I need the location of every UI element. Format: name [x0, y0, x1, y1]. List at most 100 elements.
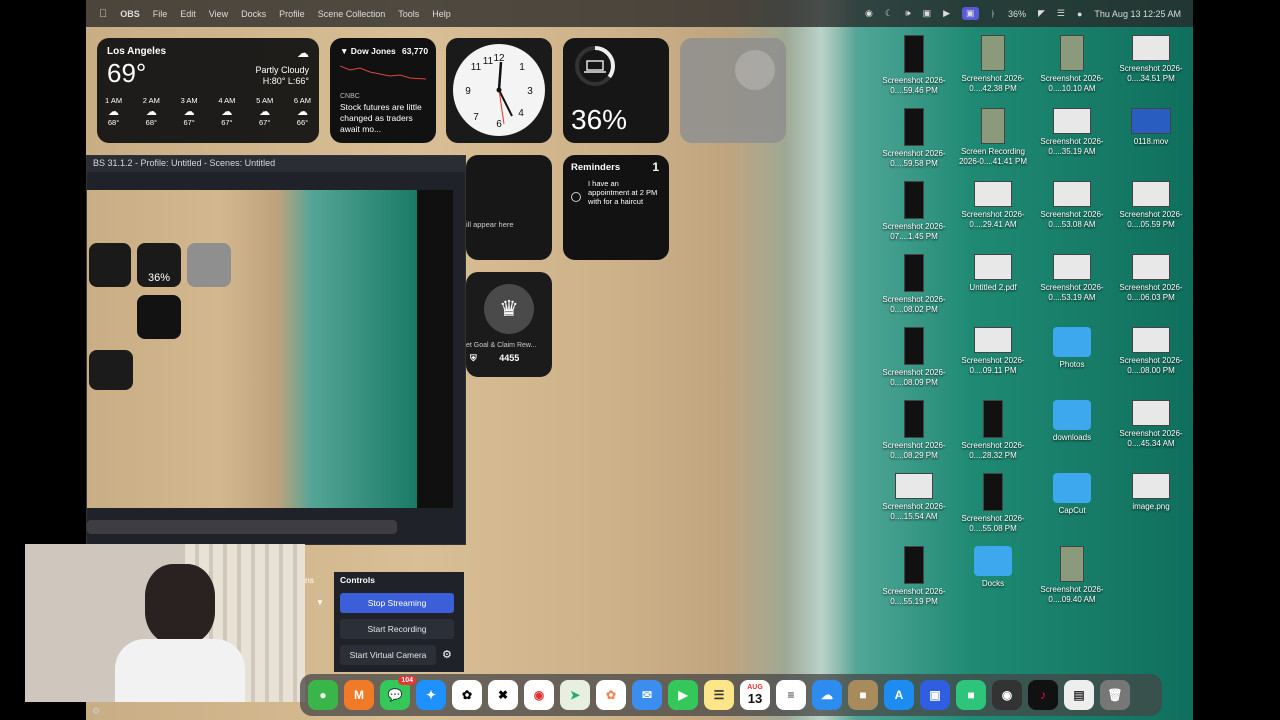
desktop-file[interactable]: 0118.mov	[1111, 108, 1191, 147]
chatgpt-icon[interactable]: ✿	[452, 680, 482, 710]
desktop-file[interactable]: Screenshot 2026-0....06.03 PM	[1111, 254, 1191, 303]
desktop-file[interactable]: Screenshot 2026-0....08.00 PM	[1111, 327, 1191, 376]
messages-icon[interactable]: 💬 104	[380, 676, 416, 710]
user-icon[interactable]: ●	[1077, 9, 1082, 19]
menu-app-name[interactable]: OBS	[120, 9, 140, 19]
desktop-file[interactable]: Screenshot 2026-0....15.54 AM	[874, 473, 954, 522]
mail-icon[interactable]: ✉	[632, 680, 662, 710]
bluetooth-icon[interactable]: ᛓ	[991, 9, 996, 19]
gear-icon[interactable]: ⚙	[442, 648, 452, 661]
app-icon[interactable]: ▣	[920, 680, 950, 710]
apple-icon[interactable]: 	[99, 8, 107, 20]
desktop-file[interactable]: Screenshot 2026-0....59.58 PM	[874, 108, 954, 169]
shield-icon: ⛨	[470, 353, 477, 363]
downloads-stack-icon[interactable]: ▤	[1064, 680, 1094, 710]
desktop-file[interactable]: Screenshot 2026-0....28.32 PM	[953, 400, 1033, 461]
desktop-file[interactable]: Screenshot 2026-0....55.08 PM	[953, 473, 1033, 534]
file-thumbnail-icon	[981, 35, 1005, 71]
weather-widget[interactable]: Los Angeles 69° ☁ Partly Cloudy H:80° L:…	[97, 38, 319, 143]
clock-datetime[interactable]: Thu Aug 13 12:25 AM	[1094, 9, 1181, 19]
desktop-file[interactable]: Screenshot 2026-0....09.11 PM	[953, 327, 1033, 376]
desktop-file[interactable]: Screenshot 2026-0....42.38 PM	[953, 35, 1033, 94]
desktop-file[interactable]: Screenshot 2026-0....08.29 PM	[874, 400, 954, 461]
game-widget[interactable]: ♛ et Goal & Claim Rew... ⛨ 4455	[466, 272, 552, 377]
moon-icon[interactable]: ☾	[885, 8, 893, 19]
desktop-file[interactable]: Screenshot 2026-0....10.10 AM	[1032, 35, 1112, 94]
folder-item[interactable]: Docks	[953, 546, 1033, 589]
trash-icon[interactable]: 🗑	[1100, 680, 1130, 710]
desktop-file[interactable]: Screenshot 2026-0....35.19 AM	[1032, 108, 1112, 157]
desktop-file[interactable]: Screenshot 2026-0....08.09 PM	[874, 327, 954, 388]
app-icon[interactable]: ■	[956, 680, 986, 710]
stop-streaming-button[interactable]: Stop Streaming	[340, 593, 454, 613]
desktop-file[interactable]: Screenshot 2026-0....59.46 PM	[874, 35, 954, 96]
menu-scene-collection[interactable]: Scene Collection	[318, 9, 386, 19]
menu-tools[interactable]: Tools	[398, 9, 419, 19]
calendar-icon[interactable]: AUG 13	[740, 680, 770, 710]
notes-icon[interactable]: ☰	[704, 680, 734, 710]
tiktok-icon[interactable]: ♪	[1028, 680, 1058, 710]
desktop-item-label: Screenshot 2026-0....53.08 AM	[1040, 210, 1104, 229]
desktop-file[interactable]: Screenshot 2026-0....53.08 AM	[1032, 181, 1112, 230]
desktop-file[interactable]: Screen Recording 2026-0....41.41 PM	[953, 108, 1033, 167]
obs-preview[interactable]: 36%	[87, 190, 453, 534]
menu-file[interactable]: File	[153, 9, 168, 19]
app-icon[interactable]: M	[344, 680, 374, 710]
clock-widget[interactable]: 12 1 3 4 6 7 9 11 11	[446, 38, 552, 143]
desktop-file[interactable]: Screenshot 2026-0....05.59 PM	[1111, 181, 1191, 230]
folder-item[interactable]: CapCut	[1032, 473, 1112, 516]
wave-surf	[786, 0, 856, 720]
weather-icon[interactable]: ☁	[812, 680, 842, 710]
reminder-checkbox[interactable]	[571, 192, 581, 202]
app-store-icon[interactable]: A	[884, 680, 914, 710]
menu-view[interactable]: View	[209, 9, 228, 19]
battery-percent[interactable]: 36%	[1008, 9, 1026, 19]
folder-item[interactable]: downloads	[1032, 400, 1112, 443]
empty-widget[interactable]	[680, 38, 786, 143]
folder-item[interactable]: Photos	[1032, 327, 1112, 370]
capcut-icon[interactable]: ✖	[488, 680, 518, 710]
chrome-icon[interactable]: ◉	[524, 680, 554, 710]
desktop-file[interactable]: Screenshot 2026-07....1.45 PM	[874, 181, 954, 242]
start-virtual-camera-button[interactable]: Start Virtual Camera	[340, 645, 436, 665]
obs-icon[interactable]: ◉	[992, 680, 1022, 710]
display-icon[interactable]: ▣	[923, 8, 932, 19]
menu-help[interactable]: Help	[432, 9, 451, 19]
obs-status-icon[interactable]: ◉	[865, 8, 873, 19]
obs-window[interactable]: BS 31.1.2 - Profile: Untitled - Scenes: …	[86, 155, 466, 545]
desktop-file[interactable]: Screenshot 2026-0....08.02 PM	[874, 254, 954, 315]
desktop-file[interactable]: Screenshot 2026-0....34.51 PM	[1111, 35, 1191, 84]
app-icon[interactable]: ●	[308, 680, 338, 710]
reminders-icon[interactable]: ≡	[776, 680, 806, 710]
volume-icon[interactable]: 🕪	[905, 8, 911, 19]
control-center-icon[interactable]: ☰	[1057, 8, 1065, 19]
desktop-file[interactable]: Screenshot 2026-0....45.34 AM	[1111, 400, 1191, 449]
menu-profile[interactable]: Profile	[279, 9, 305, 19]
screen-mirror-icon[interactable]: ▣	[962, 7, 979, 20]
photos-icon[interactable]: ✿	[596, 680, 626, 710]
desktop-file[interactable]: Screenshot 2026-0....29.41 AM	[953, 181, 1033, 230]
misc-widget[interactable]: ill appear here	[466, 155, 552, 260]
desktop-item-label: Screenshot 2026-0....59.46 PM	[882, 76, 946, 95]
play-icon[interactable]: ▶	[943, 8, 950, 19]
desktop-file[interactable]: Screenshot 2026-0....09.40 AM	[1032, 546, 1112, 605]
chevron-down-icon[interactable]: ▼	[316, 598, 324, 607]
facetime-icon[interactable]: ▶	[668, 680, 698, 710]
archive-icon[interactable]: ■	[848, 680, 878, 710]
desktop-file[interactable]: Screenshot 2026-0....53.19 AM	[1032, 254, 1112, 303]
battery-widget[interactable]: 36%	[563, 38, 669, 143]
reminders-widget[interactable]: Reminders 1 I have an appointment at 2 P…	[563, 155, 669, 260]
menu-docks[interactable]: Docks	[241, 9, 266, 19]
desktop-file[interactable]: Untitled 2.pdf	[953, 254, 1033, 293]
desktop-item-label: Photos	[1059, 360, 1085, 369]
start-recording-button[interactable]: Start Recording	[340, 619, 454, 639]
wifi-icon[interactable]: ◤	[1038, 8, 1045, 19]
gear-icon[interactable]: ⚙	[92, 706, 100, 717]
stocks-widget[interactable]: ▼ Dow Jones 63,770 CNBC Stock futures ar…	[330, 38, 436, 143]
desktop-file[interactable]: image.png	[1111, 473, 1191, 512]
menu-edit[interactable]: Edit	[180, 9, 196, 19]
safari-icon[interactable]: ✦	[416, 680, 446, 710]
scenes-tab-partial[interactable]: ns	[305, 575, 314, 585]
desktop-file[interactable]: Screenshot 2026-0....55.19 PM	[874, 546, 954, 607]
maps-icon[interactable]: ➤	[560, 680, 590, 710]
